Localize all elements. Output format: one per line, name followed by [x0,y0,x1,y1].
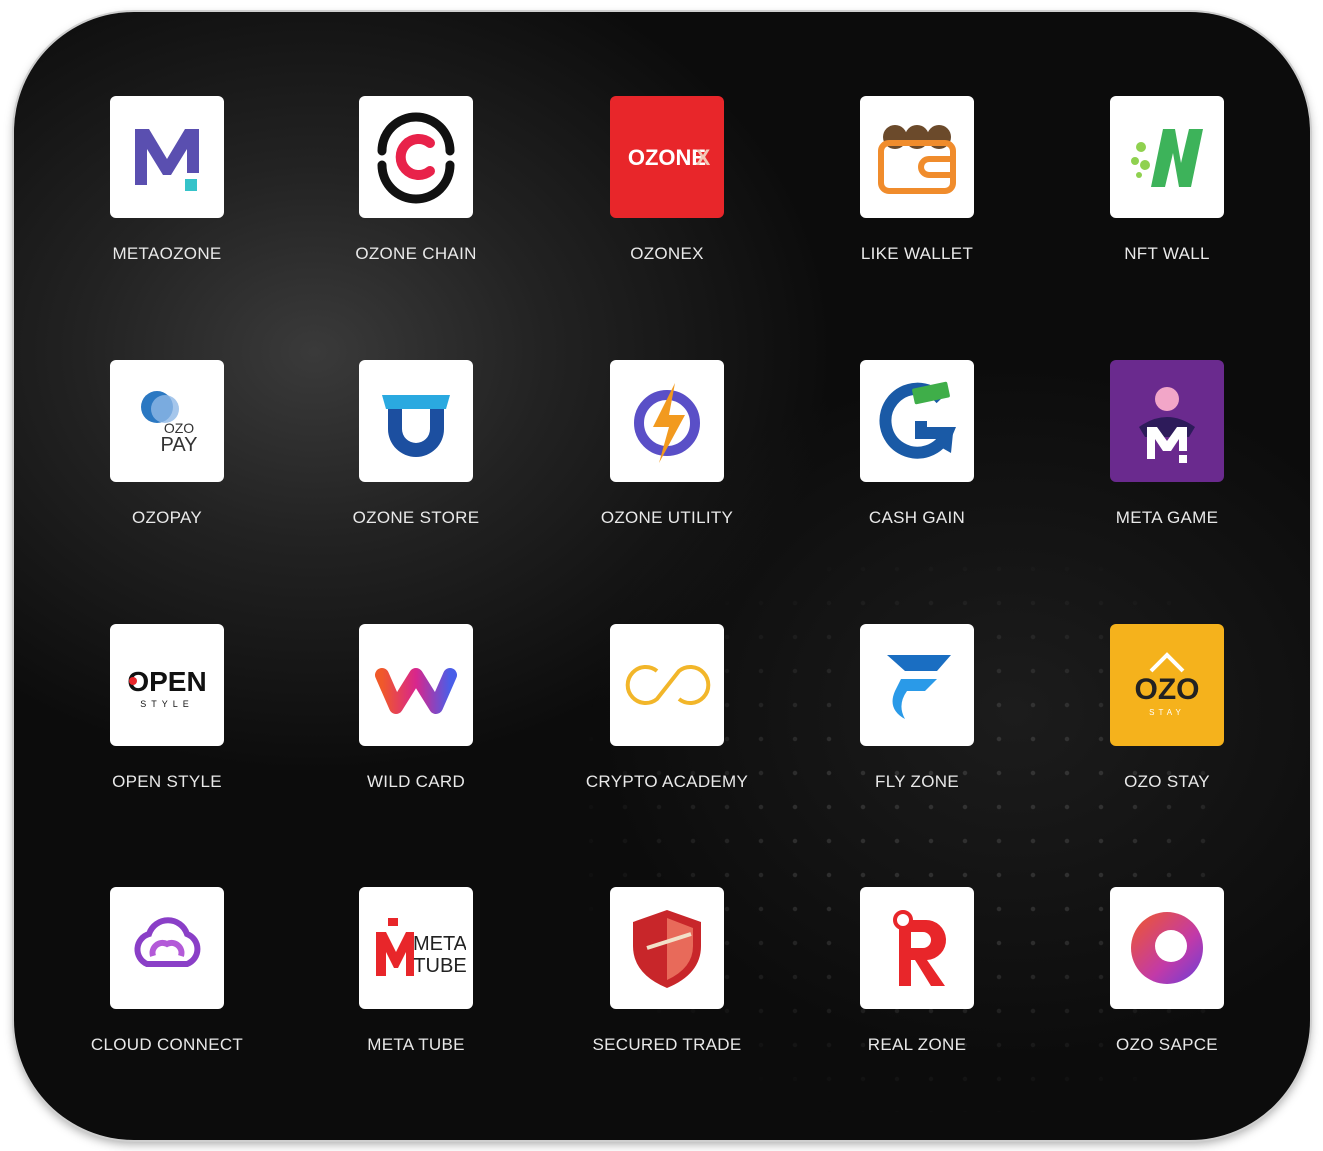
app-tile-ozone-store[interactable]: OZONE STORE [316,360,516,528]
app-label: OZONE CHAIN [355,244,477,263]
nft-wall-icon[interactable] [1110,96,1224,218]
app-label: OZONEX [630,244,704,263]
svg-text:PAY: PAY [160,434,197,456]
meta-game-icon[interactable] [1110,360,1224,482]
app-label: SECURED TRADE [592,1035,742,1054]
app-label: OZO STAY [1124,772,1210,791]
app-tile-secured-trade[interactable]: SECURED TRADE [567,887,767,1055]
app-label: CRYPTO ACADEMY [585,772,749,791]
app-label: OZO SAPCE [1116,1035,1218,1054]
svg-text:OPEN: OPEN [127,666,206,697]
app-label: OZOPAY [131,508,203,527]
svg-text:STYLE: STYLE [140,699,194,709]
crypto-academy-icon[interactable] [610,624,724,746]
app-tile-ozo-sapce[interactable]: OZO SAPCE [1067,887,1267,1055]
ozopay-icon[interactable]: OZO PAY [110,360,224,482]
app-tile-crypto-academy[interactable]: CRYPTO ACADEMY [567,624,767,792]
cash-gain-icon[interactable] [860,360,974,482]
app-label: META TUBE [367,1035,465,1054]
ozo-stay-icon[interactable]: OZO STAY [1110,624,1224,746]
app-label: CLOUD CONNECT [90,1035,244,1054]
app-launcher-panel: METAOZONE OZONE CHAIN OZONE X OZONEX LIKE WAL… [14,12,1310,1140]
open-style-icon[interactable]: OPEN STYLE [110,624,224,746]
meta-tube-icon[interactable]: META TUBE [359,887,473,1009]
app-grid: METAOZONE OZONE CHAIN OZONE X OZONEX LIKE WAL… [14,12,1310,1140]
app-label: OPEN STYLE [112,772,222,791]
svg-text:OZONE: OZONE [628,145,706,170]
app-tile-cloud-connect[interactable]: CLOUD CONNECT [67,887,267,1055]
ozone-chain-icon[interactable] [359,96,473,218]
svg-text:STAY: STAY [1149,708,1185,717]
app-label: FLY ZONE [875,772,959,791]
svg-text:TUBE: TUBE [413,955,466,977]
cloud-connect-icon[interactable] [110,887,224,1009]
app-tile-real-zone[interactable]: REAL ZONE [817,887,1017,1055]
wild-card-icon[interactable] [359,624,473,746]
app-tile-fly-zone[interactable]: FLY ZONE [817,624,1017,792]
app-tile-ozone-chain[interactable]: OZONE CHAIN [316,96,516,264]
app-tile-ozone-utility[interactable]: OZONE UTILITY [567,360,767,528]
app-label: CASH GAIN [868,508,966,527]
app-tile-ozopay[interactable]: OZO PAY OZOPAY [67,360,267,528]
app-label: METAOZONE [112,244,222,263]
store-icon[interactable] [359,360,473,482]
app-label: OZONE STORE [352,508,480,527]
app-tile-open-style[interactable]: OPEN STYLE OPEN STYLE [67,624,267,792]
app-tile-meta-game[interactable]: META GAME [1067,360,1267,528]
wallet-icon[interactable] [860,96,974,218]
app-label: OZONE UTILITY [600,508,734,527]
app-tile-cash-gain[interactable]: CASH GAIN [817,360,1017,528]
app-label: WILD CARD [366,772,466,791]
app-tile-nft-wall[interactable]: NFT WALL [1067,96,1267,264]
app-tile-metaozone[interactable]: METAOZONE [67,96,267,264]
app-tile-ozo-stay[interactable]: OZO STAY OZO STAY [1067,624,1267,792]
ozonex-icon[interactable]: OZONE X [610,96,724,218]
shield-icon[interactable] [610,887,724,1009]
app-tile-like-wallet[interactable]: LIKE WALLET [817,96,1017,264]
app-label: META GAME [1115,508,1219,527]
app-label: REAL ZONE [867,1035,967,1054]
metaozone-icon[interactable] [110,96,224,218]
svg-text:X: X [696,145,711,170]
svg-text:META: META [413,933,466,955]
ozo-space-icon[interactable] [1110,887,1224,1009]
app-tile-ozonex[interactable]: OZONE X OZONEX [567,96,767,264]
app-tile-wild-card[interactable]: WILD CARD [316,624,516,792]
fly-zone-icon[interactable] [860,624,974,746]
utility-icon[interactable] [610,360,724,482]
app-label: NFT WALL [1124,244,1210,263]
svg-text:OZO: OZO [1135,673,1200,706]
app-tile-meta-tube[interactable]: META TUBE META TUBE [316,887,516,1055]
app-label: LIKE WALLET [860,244,974,263]
real-zone-icon[interactable] [860,887,974,1009]
